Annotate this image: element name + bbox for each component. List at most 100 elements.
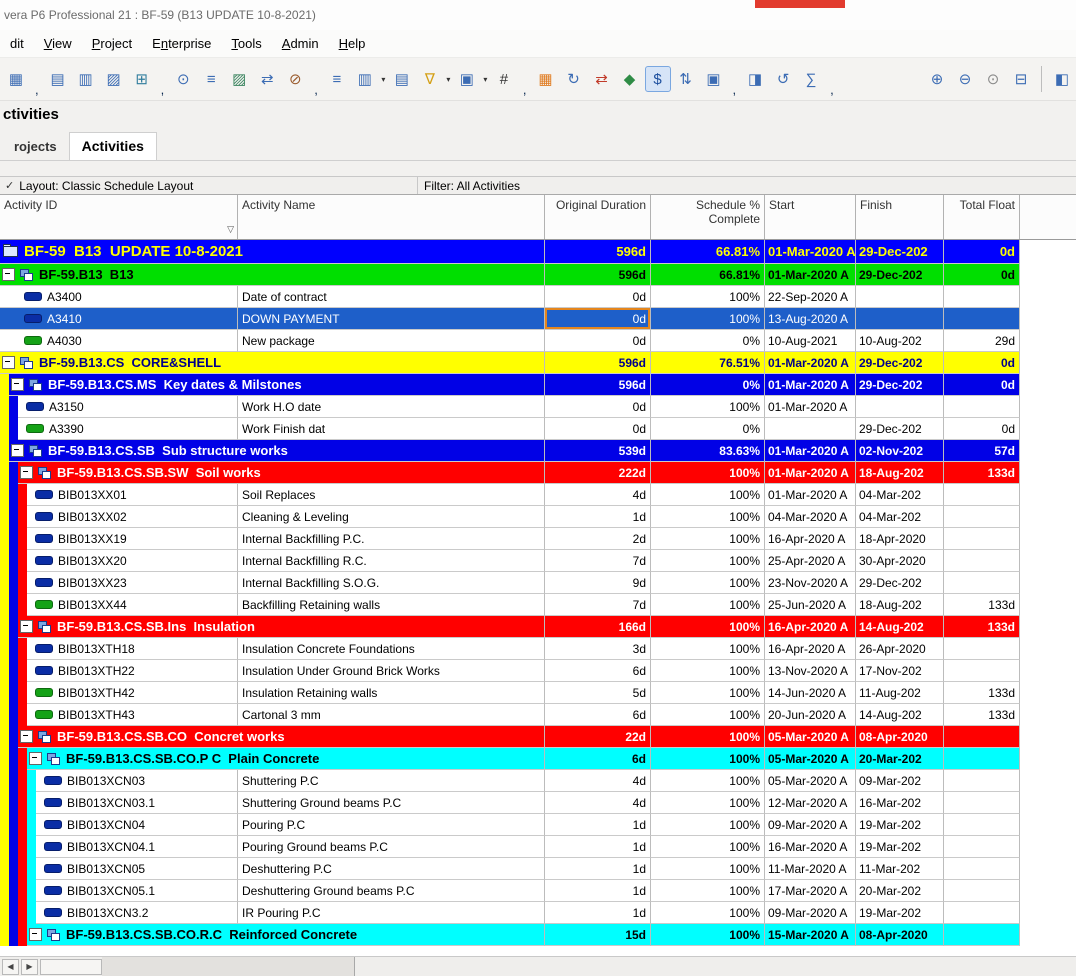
cell-pct[interactable]: 100% — [651, 506, 765, 528]
cell-wbs-title[interactable]: BF-59 B13 UPDATE 10-8-2021 — [0, 240, 545, 264]
cell-activity-id[interactable]: BIB013XTH42 — [27, 682, 238, 704]
cell-activity-name[interactable]: Internal Backfilling S.O.G. — [238, 572, 545, 594]
cell-activity-name[interactable]: Insulation Retaining walls — [238, 682, 545, 704]
cell-dur[interactable]: 4d — [545, 792, 651, 814]
cell-float[interactable] — [944, 308, 1020, 330]
cell-wbs-title[interactable]: BF-59.B13.CS.SB.SW Soil works — [18, 462, 545, 484]
cell-activity-name[interactable]: DOWN PAYMENT — [238, 308, 545, 330]
cell-finish[interactable]: 11-Mar-202 — [856, 858, 944, 880]
number-sign-icon[interactable]: # — [491, 66, 517, 92]
collapse-button[interactable] — [20, 466, 33, 479]
cell-dur[interactable]: 3d — [545, 638, 651, 660]
layout-selector[interactable]: ✓ Layout: Classic Schedule Layout — [0, 177, 418, 194]
cell-float[interactable] — [944, 550, 1020, 572]
cell-finish[interactable]: 18-Aug-202 — [856, 462, 944, 484]
activity-network-icon[interactable]: ⊞ — [129, 66, 155, 92]
scroll-left-button[interactable]: ◀ — [2, 959, 19, 975]
menu-item-help[interactable]: Help — [329, 32, 376, 55]
cell-wbs-title[interactable]: BF-59.B13.CS.SB Sub structure works — [9, 440, 545, 462]
cell-dur[interactable]: 9d — [545, 572, 651, 594]
activity-row[interactable]: BIB013XCN3.2IR Pouring P.C1d100%09-Mar-2… — [0, 902, 1076, 924]
cell-finish[interactable]: 20-Mar-202 — [856, 748, 944, 770]
cell-pct[interactable]: 100% — [651, 286, 765, 308]
activity-table-icon[interactable]: ▤ — [45, 66, 71, 92]
collapse-button[interactable] — [20, 620, 33, 633]
cell-pct[interactable]: 100% — [651, 836, 765, 858]
scrollbar-thumb[interactable] — [40, 959, 102, 975]
cell-float[interactable]: 133d — [944, 616, 1020, 638]
cell-pct[interactable]: 100% — [651, 924, 765, 946]
cell-finish[interactable]: 29-Dec-202 — [856, 240, 944, 264]
menu-item-enterprise[interactable]: Enterprise — [142, 32, 221, 55]
cell-activity-name[interactable]: Deshuttering P.C — [238, 858, 545, 880]
cell-pct[interactable]: 66.81% — [651, 240, 765, 264]
activity-row[interactable]: BIB013XX20Internal Backfilling R.C.7d100… — [0, 550, 1076, 572]
cell-start[interactable]: 15-Mar-2020 A — [765, 924, 856, 946]
cell-float[interactable] — [944, 748, 1020, 770]
cell-pct[interactable]: 83.63% — [651, 440, 765, 462]
store-period-icon[interactable]: ∑ — [798, 66, 824, 92]
cell-pct[interactable]: 100% — [651, 902, 765, 924]
wbs-band-row[interactable]: BF-59.B13.CS.SB.CO.R.C Reinforced Concre… — [0, 924, 1076, 946]
menu-item-tools[interactable]: Tools — [221, 32, 271, 55]
spotlight-icon[interactable]: ▦ — [533, 66, 559, 92]
cell-start[interactable]: 01-Mar-2020 A — [765, 240, 856, 264]
cell-activity-id[interactable]: BIB013XX19 — [27, 528, 238, 550]
cell-start[interactable]: 14-Jun-2020 A — [765, 682, 856, 704]
cell-pct[interactable]: 100% — [651, 572, 765, 594]
cell-start[interactable]: 23-Nov-2020 A — [765, 572, 856, 594]
cell-pct[interactable]: 100% — [651, 462, 765, 484]
cell-finish[interactable]: 16-Mar-202 — [856, 792, 944, 814]
cell-activity-id[interactable]: BIB013XCN03 — [36, 770, 238, 792]
cell-pct[interactable]: 100% — [651, 308, 765, 330]
cell-pct[interactable]: 100% — [651, 594, 765, 616]
cell-pct[interactable]: 100% — [651, 396, 765, 418]
cell-finish[interactable]: 18-Apr-2020 — [856, 528, 944, 550]
activity-row[interactable]: BIB013XX19Internal Backfilling P.C.2d100… — [0, 528, 1076, 550]
activity-row[interactable]: A3400Date of contract0d100%22-Sep-2020 A — [0, 286, 1076, 308]
cell-activity-name[interactable]: Deshuttering Ground beams P.C — [238, 880, 545, 902]
activity-row[interactable]: BIB013XTH22Insulation Under Ground Brick… — [0, 660, 1076, 682]
cell-float[interactable] — [944, 924, 1020, 946]
activity-row[interactable]: BIB013XCN04.1Pouring Ground beams P.C1d1… — [0, 836, 1076, 858]
column-header-dur[interactable]: Original Duration — [545, 195, 651, 239]
cell-start[interactable]: 05-Mar-2020 A — [765, 726, 856, 748]
cell-float[interactable] — [944, 572, 1020, 594]
cell-float[interactable]: 133d — [944, 704, 1020, 726]
wbs-band-row[interactable]: BF-59.B13.CS.MS Key dates & Milstones596… — [0, 374, 1076, 396]
cell-start[interactable]: 20-Jun-2020 A — [765, 704, 856, 726]
cell-float[interactable]: 0d — [944, 264, 1020, 286]
activity-row[interactable]: BIB013XX23Internal Backfilling S.O.G.9d1… — [0, 572, 1076, 594]
cell-dur[interactable]: 596d — [545, 240, 651, 264]
cell-activity-name[interactable]: Work Finish dat — [238, 418, 545, 440]
cell-pct[interactable]: 100% — [651, 748, 765, 770]
cell-wbs-title[interactable]: BF-59.B13.CS.MS Key dates & Milstones — [9, 374, 545, 396]
collapse-button[interactable] — [11, 378, 24, 391]
cell-finish[interactable]: 19-Mar-202 — [856, 902, 944, 924]
cell-activity-name[interactable]: Shuttering Ground beams P.C — [238, 792, 545, 814]
cell-finish[interactable] — [856, 308, 944, 330]
cell-float[interactable] — [944, 902, 1020, 924]
page-setup-icon[interactable]: ⊟ — [1008, 66, 1034, 92]
cell-activity-id[interactable]: BIB013XCN04 — [36, 814, 238, 836]
cell-pct[interactable]: 100% — [651, 814, 765, 836]
cell-pct[interactable]: 100% — [651, 704, 765, 726]
cell-finish[interactable]: 04-Mar-202 — [856, 484, 944, 506]
cell-dur[interactable]: 7d — [545, 550, 651, 572]
cell-dur[interactable]: 1d — [545, 880, 651, 902]
cell-dur[interactable]: 1d — [545, 836, 651, 858]
cell-dur[interactable]: 7d — [545, 594, 651, 616]
cell-dur[interactable]: 166d — [545, 616, 651, 638]
cell-pct[interactable]: 0% — [651, 330, 765, 352]
cell-dur[interactable]: 15d — [545, 924, 651, 946]
cell-finish[interactable]: 09-Mar-202 — [856, 770, 944, 792]
cell-finish[interactable]: 18-Aug-202 — [856, 594, 944, 616]
activity-row[interactable]: A4030New package0d0%10-Aug-202110-Aug-20… — [0, 330, 1076, 352]
cell-dur[interactable]: 6d — [545, 660, 651, 682]
cell-activity-name[interactable]: Cartonal 3 mm — [238, 704, 545, 726]
cell-pct[interactable]: 100% — [651, 660, 765, 682]
project-row[interactable]: BF-59 B13 UPDATE 10-8-2021596d66.81%01-M… — [0, 240, 1076, 264]
cell-finish[interactable]: 10-Aug-202 — [856, 330, 944, 352]
level-resources-icon[interactable]: ⇅ — [673, 66, 699, 92]
gantt-view-icon[interactable]: ▥ — [73, 66, 99, 92]
